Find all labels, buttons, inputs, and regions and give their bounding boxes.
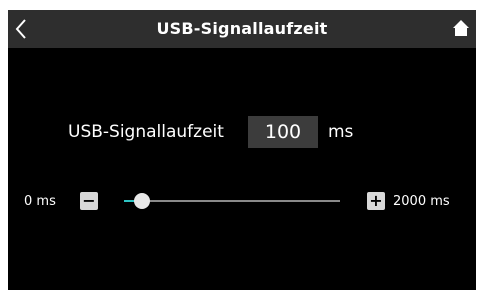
decrease-button[interactable]: − — [80, 192, 98, 210]
device-screen: USB-Signallaufzeit USB-Signallaufzeit 10… — [8, 10, 476, 290]
slider-thumb[interactable] — [134, 193, 150, 209]
page-title: USB-Signallaufzeit — [156, 19, 328, 38]
slider-max-label: 2000 ms — [393, 194, 450, 209]
slider-min-label: 0 ms — [24, 194, 56, 209]
latency-slider[interactable] — [124, 193, 340, 209]
title-bar: USB-Signallaufzeit — [8, 10, 476, 48]
increase-button[interactable]: + — [367, 192, 385, 210]
latency-value-field[interactable]: 100 — [248, 116, 318, 148]
home-icon[interactable] — [452, 19, 470, 37]
latency-value-row: USB-Signallaufzeit 100 ms — [8, 116, 476, 150]
latency-unit: ms — [328, 122, 354, 142]
latency-label: USB-Signallaufzeit — [68, 122, 224, 142]
latency-slider-row: 0 ms − + 2000 ms — [8, 190, 476, 214]
